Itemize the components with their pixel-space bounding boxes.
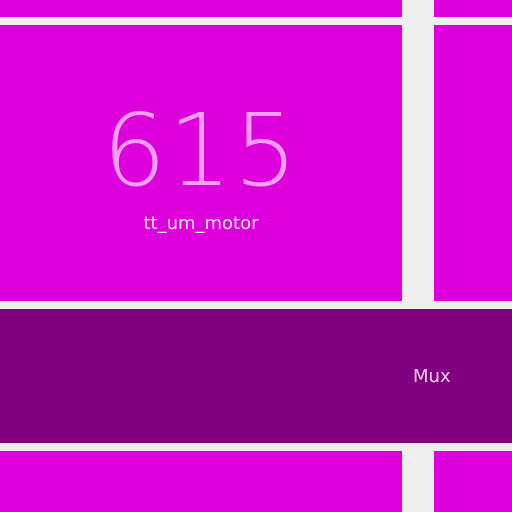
tile-top-right[interactable] — [434, 0, 512, 17]
dashboard-grid: 615 tt_um_motor Mux — [0, 0, 512, 512]
mux-label: Mux — [413, 366, 451, 387]
counter-tile-tt-um-motor[interactable]: 615 tt_um_motor — [0, 25, 402, 301]
counter-label: tt_um_motor — [143, 213, 259, 234]
counter-value: 615 — [102, 92, 300, 209]
tile-bottom-left[interactable] — [0, 451, 402, 512]
tile-right-partial[interactable] — [434, 25, 512, 301]
mux-tile[interactable]: Mux — [0, 309, 512, 443]
tile-bottom-right[interactable] — [434, 451, 512, 512]
tile-top-left[interactable] — [0, 0, 402, 17]
